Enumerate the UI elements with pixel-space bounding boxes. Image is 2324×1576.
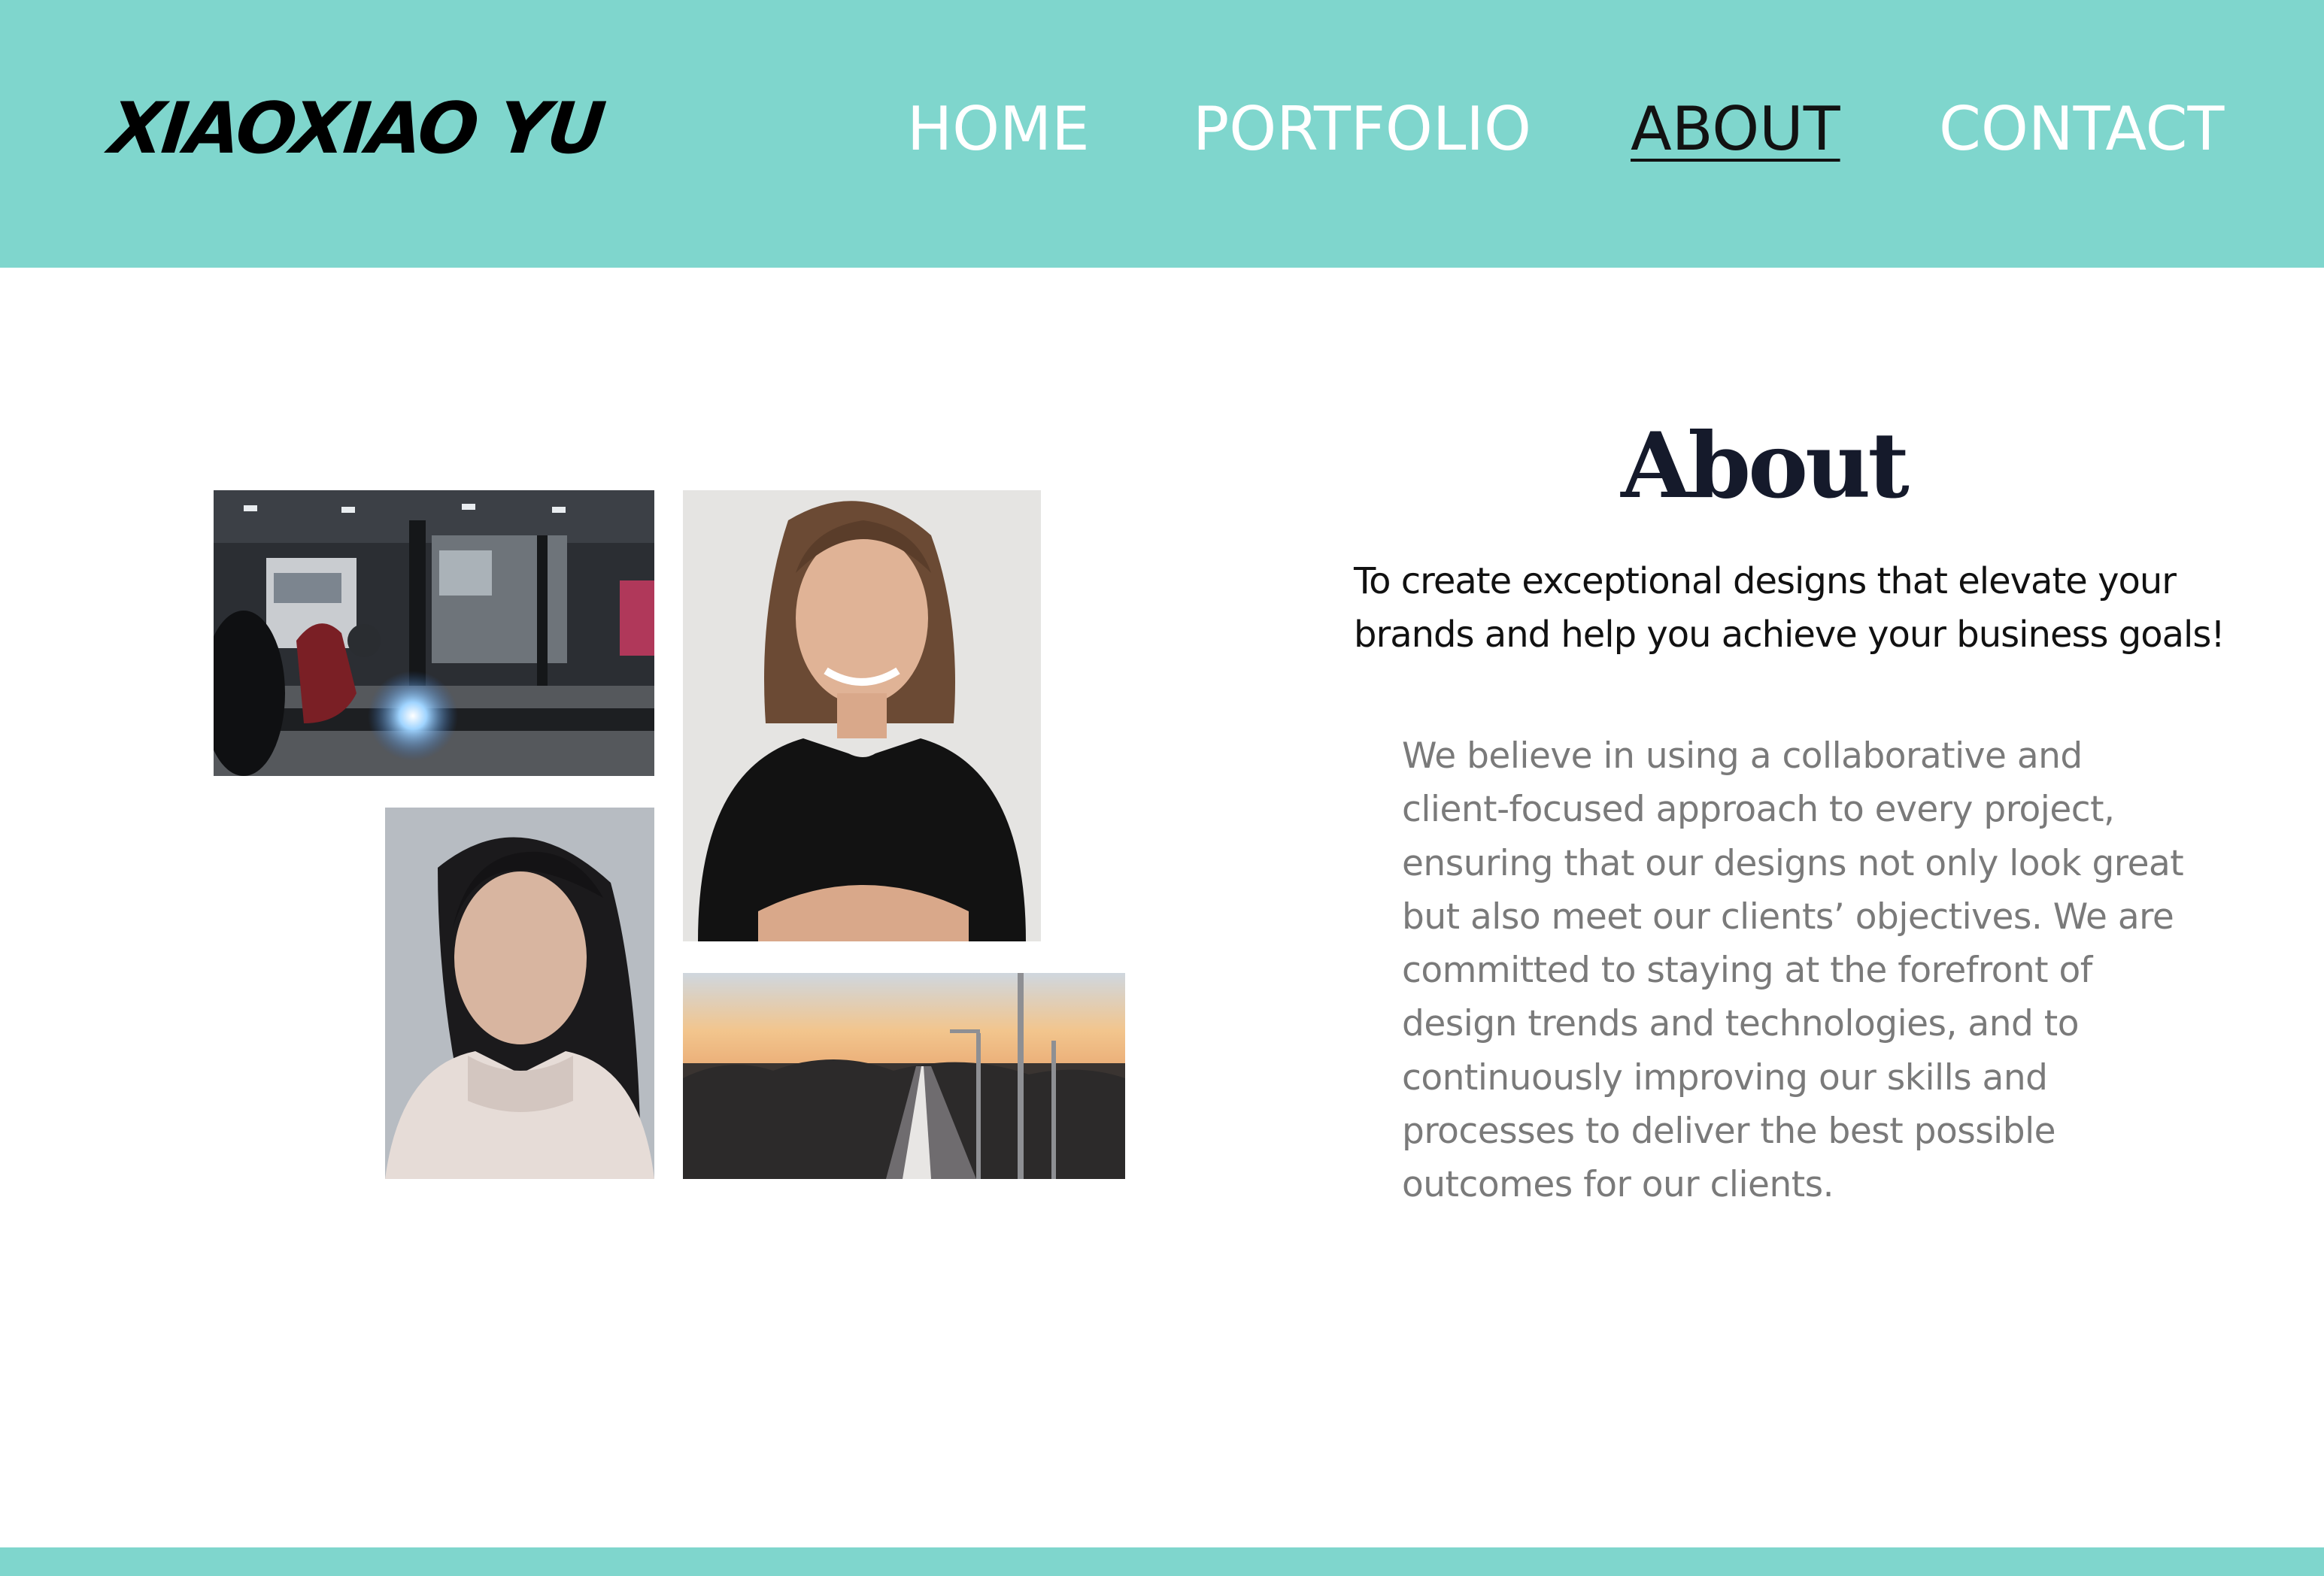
photo-smiling-woman <box>683 490 1041 941</box>
photo-highway-sunset <box>683 973 1125 1179</box>
about-title: About <box>1621 413 1910 519</box>
about-body-text: We believe in using a collaborative and … <box>1402 735 2184 1206</box>
site-header: XIAOXIAO YU HOME PORTFOLIO ABOUT CONTACT <box>0 0 2324 268</box>
nav-home-link[interactable]: HOME <box>907 92 1090 167</box>
footer-bar <box>0 1547 2324 1576</box>
nav-portfolio-link[interactable]: PORTFOLIO <box>1193 92 1531 167</box>
photo-welder <box>214 490 654 776</box>
nav-about-link[interactable]: ABOUT <box>1631 92 1840 167</box>
site-logo[interactable]: XIAOXIAO YU <box>105 84 608 174</box>
nav-contact-link[interactable]: CONTACT <box>1939 92 2224 167</box>
about-tagline: To create exceptional designs that eleva… <box>1354 560 2225 656</box>
photo-woman-sweater <box>385 808 654 1179</box>
